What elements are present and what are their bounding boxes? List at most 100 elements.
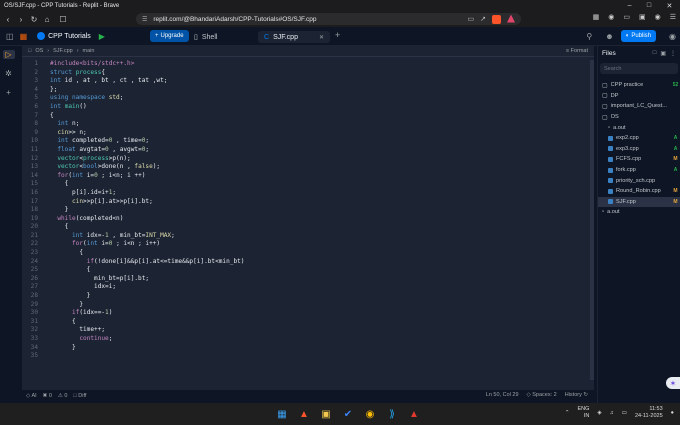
breadcrumb-file[interactable]: SJF.cpp	[53, 48, 73, 54]
line-text[interactable]: continue;	[38, 335, 112, 344]
menu-icon[interactable]: ☰	[670, 13, 676, 21]
line-text[interactable]: vector<process>p(n);	[38, 155, 130, 164]
indent-setting[interactable]: ◇ Spaces: 2	[527, 392, 557, 398]
warning-count[interactable]: ⚠ 0	[58, 393, 68, 399]
address-bar[interactable]: ☰ replit.com/@BhandariAdarsh/CPP-Tutoria…	[136, 13, 521, 25]
code-area[interactable]: 1 #include<bits/stdc++.h> 2 struct process{…	[22, 60, 590, 361]
code-line[interactable]: 19 while(completed<n)	[22, 215, 590, 224]
bookmark-icon[interactable]: ☐	[58, 15, 68, 24]
forward-icon[interactable]: ›	[16, 15, 26, 24]
line-text[interactable]: for(int i=0 ; i<n ; i++)	[38, 240, 160, 249]
code-line[interactable]: 35	[22, 352, 590, 361]
tools-icon[interactable]: ✲	[5, 69, 12, 78]
avatar[interactable]: ◉	[669, 32, 676, 41]
line-text[interactable]: int n;	[38, 120, 79, 129]
line-text[interactable]: cin>>p[i].at>>p[i].bt;	[38, 198, 153, 207]
play-icon[interactable]: ▷	[2, 50, 15, 59]
brave-rewards-icon[interactable]	[507, 14, 515, 23]
vscode-icon[interactable]: ⟫	[385, 407, 399, 421]
line-text[interactable]: {	[38, 223, 69, 232]
brave-browser-icon[interactable]: ▲	[297, 407, 311, 421]
code-line[interactable]: 15 {	[22, 180, 590, 189]
code-line[interactable]: 9 cin>> n;	[22, 129, 590, 138]
new-folder-icon[interactable]: ▣	[660, 50, 666, 57]
line-text[interactable]: #include<bits/stdc++.h>	[38, 60, 134, 69]
line-text[interactable]: vector<bool>done(n , false);	[38, 163, 160, 172]
new-file-icon[interactable]: □	[653, 50, 657, 57]
code-line[interactable]: 2 struct process{	[22, 69, 590, 78]
code-line[interactable]: 10 int completed=0 , time=0;	[22, 137, 590, 146]
line-text[interactable]	[38, 352, 50, 361]
reload-icon[interactable]: ↻	[29, 15, 39, 24]
line-text[interactable]: for(int i=0 ; i<n; i ++)	[38, 172, 145, 181]
language-indicator[interactable]: ENG IN	[577, 406, 589, 420]
code-line[interactable]: 8 int n;	[22, 120, 590, 129]
line-text[interactable]: struct process{	[38, 69, 105, 78]
chrome-icon[interactable]: ◉	[363, 407, 377, 421]
repl-name[interactable]: CPP Tutorials	[37, 32, 91, 40]
line-text[interactable]: if(idx==-1)	[38, 309, 112, 318]
share-icon[interactable]: ↗	[480, 15, 486, 24]
code-line[interactable]: 27 idx=i;	[22, 283, 590, 292]
file-tree-item[interactable]: ▢ important_LC_Quest...	[598, 101, 680, 112]
code-line[interactable]: 7{	[22, 112, 590, 121]
close-tab-icon[interactable]: ✕	[319, 34, 324, 41]
diff-indicator[interactable]: □ Diff	[73, 393, 86, 399]
ai-assistant-icon[interactable]: ✶	[666, 377, 680, 389]
code-line[interactable]: 3 int id , at , bt , ct , tat ,wt;	[22, 77, 590, 86]
code-line[interactable]: 34 }	[22, 344, 590, 353]
tab-sjf-cpp[interactable]: C SJF.cpp ✕	[258, 31, 330, 43]
breadcrumb-symbol[interactable]: main	[83, 48, 95, 54]
wifi-icon[interactable]: ◈	[597, 410, 601, 416]
code-line[interactable]: 1 #include<bits/stdc++.h>	[22, 60, 590, 69]
file-tree-item[interactable]: ▢ DP	[598, 91, 680, 102]
line-text[interactable]: };	[38, 86, 57, 95]
code-line[interactable]: 11 float avgtat=0 , avgwt=0;	[22, 146, 590, 155]
address-bar-url[interactable]: replit.com/@BhandariAdarsh/CPP-Tutorials…	[147, 16, 467, 23]
replit-logo-icon[interactable]: ▦	[20, 32, 28, 41]
install-app-icon[interactable]: ▭	[468, 15, 475, 24]
upgrade-button[interactable]: + Upgrade	[150, 30, 189, 42]
code-line[interactable]: 17 cin>>p[i].at>>p[i].bt;	[22, 198, 590, 207]
code-line[interactable]: 32 time++;	[22, 326, 590, 335]
file-tree-item[interactable]: ▫ a.out	[598, 122, 680, 133]
back-icon[interactable]: ‹	[3, 15, 13, 24]
extensions-icon[interactable]: ▦	[593, 13, 600, 21]
code-line[interactable]: 5 using namespace std;	[22, 94, 590, 103]
file-tree-item[interactable]: Round_Robin.cpp M	[598, 186, 680, 197]
code-line[interactable]: 33 continue;	[22, 335, 590, 344]
breadcrumb-os[interactable]: OS	[35, 48, 43, 54]
file-tree-item[interactable]: exp3.cpp A	[598, 144, 680, 155]
cursor-position[interactable]: Ln 50, Col 29	[486, 392, 519, 398]
sidebar-toggle-icon[interactable]: ◫	[6, 32, 14, 41]
volume-icon[interactable]: ♫	[610, 410, 614, 416]
acrobat-icon[interactable]: ▲	[407, 407, 421, 421]
line-text[interactable]: {	[38, 112, 54, 121]
add-tool-icon[interactable]: +	[6, 88, 11, 97]
line-text[interactable]: p[i].id=i+1;	[38, 189, 116, 198]
code-line[interactable]: 23 {	[22, 249, 590, 258]
line-text[interactable]: using namespace std;	[38, 94, 123, 103]
code-line[interactable]: 6 int main()	[22, 103, 590, 112]
line-text[interactable]: min_bt=p[i].bt;	[38, 275, 149, 284]
file-tree-item[interactable]: ▢ CPP practice 52	[598, 80, 680, 91]
vpn-icon[interactable]: ◉	[655, 13, 661, 21]
line-text[interactable]: }	[38, 301, 83, 310]
new-tab-icon[interactable]: +	[335, 30, 340, 40]
editor-scrollbar[interactable]	[590, 60, 594, 380]
line-text[interactable]: }	[38, 206, 69, 215]
line-text[interactable]: int main()	[38, 103, 87, 112]
code-line[interactable]: 22 for(int i=0 ; i<n ; i++)	[22, 240, 590, 249]
maximize-button[interactable]: □	[647, 2, 651, 10]
code-line[interactable]: 4};	[22, 86, 590, 95]
code-line[interactable]: 28 }	[22, 292, 590, 301]
line-text[interactable]: {	[38, 180, 69, 189]
minimize-button[interactable]: –	[628, 2, 632, 10]
brave-shields-icon[interactable]	[492, 14, 501, 24]
line-text[interactable]: idx=i;	[38, 283, 116, 292]
leo-icon[interactable]: ◉	[608, 13, 614, 21]
code-line[interactable]: 13 vector<bool>done(n , false);	[22, 163, 590, 172]
clock[interactable]: 11:53 24-11-2025	[635, 406, 663, 420]
line-text[interactable]: while(completed<n)	[38, 215, 123, 224]
code-line[interactable]: 18 }	[22, 206, 590, 215]
